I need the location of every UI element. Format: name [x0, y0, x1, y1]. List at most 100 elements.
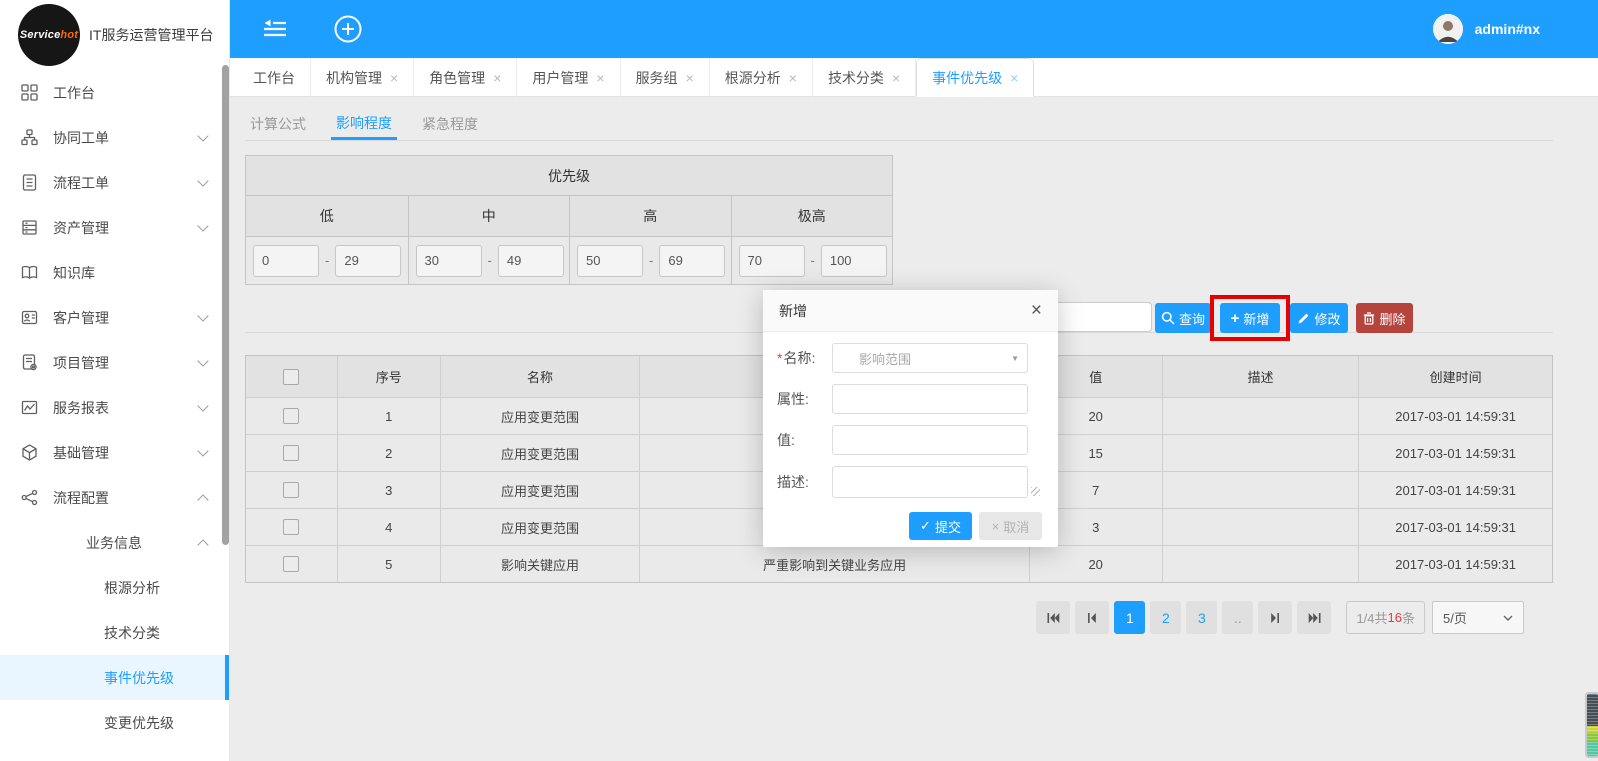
- chevron-down-icon: [197, 174, 209, 187]
- tab-close-icon[interactable]: ×: [686, 70, 694, 86]
- attr-input[interactable]: [832, 384, 1028, 414]
- sidebar-item-label: 业务信息: [86, 534, 142, 551]
- tab-service-group[interactable]: 服务组 ×: [621, 58, 710, 97]
- sidebar-item-assets[interactable]: 资产管理: [0, 205, 229, 250]
- tab-label: 机构管理: [326, 69, 382, 86]
- select-all-checkbox[interactable]: [283, 368, 300, 385]
- subtab-impact[interactable]: 影响程度: [331, 108, 397, 140]
- page-button-2[interactable]: 2: [1150, 601, 1182, 634]
- chevron-down-icon: [197, 129, 209, 142]
- submit-label: 提交: [934, 519, 961, 535]
- tab-close-icon[interactable]: ×: [493, 70, 501, 86]
- sidebar-item-service-reports[interactable]: 服务报表: [0, 385, 229, 430]
- priority-low-max-input[interactable]: [335, 244, 402, 277]
- tab-role-management[interactable]: 角色管理 ×: [414, 58, 518, 97]
- sidebar-item-label: 流程配置: [53, 489, 109, 506]
- subtab-formula[interactable]: 计算公式: [245, 108, 311, 140]
- sidebar-item-process-config[interactable]: 流程配置: [0, 475, 229, 520]
- customer-card-icon: [20, 309, 38, 327]
- query-button[interactable]: 查询: [1155, 303, 1211, 333]
- tab-incident-priority[interactable]: 事件优先级 ×: [916, 58, 1035, 97]
- page-button-more[interactable]: ..: [1222, 601, 1254, 634]
- tab-tech-category[interactable]: 技术分类 ×: [813, 58, 917, 97]
- logo-text-hot: hot: [60, 29, 79, 41]
- tab-close-icon[interactable]: ×: [596, 70, 604, 86]
- tab-close-icon[interactable]: ×: [390, 70, 398, 86]
- desc-textarea[interactable]: [832, 466, 1028, 498]
- priority-critical-max-input[interactable]: [820, 244, 887, 277]
- priority-high-min-input[interactable]: [577, 244, 643, 277]
- cancel-button[interactable]: × 取消: [979, 512, 1042, 540]
- grid-icon: [20, 84, 38, 102]
- subtab-urgency[interactable]: 紧急程度: [417, 108, 483, 140]
- priority-col-medium: 中 -: [407, 196, 569, 284]
- tab-close-icon[interactable]: ×: [892, 70, 900, 86]
- sidebar-item-root-cause[interactable]: 根源分析: [0, 565, 229, 610]
- cell-seq: 4: [338, 509, 441, 545]
- logo-text-service: Service: [19, 29, 61, 41]
- topbar-user: admin#nx: [1432, 0, 1540, 58]
- submit-button[interactable]: ✓ 提交: [909, 512, 972, 540]
- sidebar-item-label: 项目管理: [53, 354, 109, 371]
- add-button[interactable]: + 新增: [1220, 303, 1280, 333]
- last-page-button[interactable]: [1297, 601, 1332, 634]
- page-button-3[interactable]: 3: [1186, 601, 1218, 634]
- first-page-button[interactable]: [1036, 601, 1071, 634]
- sidebar-item-customers[interactable]: 客户管理: [0, 295, 229, 340]
- sidebar-item-base-management[interactable]: 基础管理: [0, 430, 229, 475]
- tab-org-management[interactable]: 机构管理 ×: [311, 58, 415, 97]
- tab-root-cause[interactable]: 根源分析 ×: [710, 58, 813, 97]
- chevron-down-icon: [197, 399, 209, 412]
- tab-strip: 工作台 机构管理 × 角色管理 × 用户管理 × 服务组 × 根源分析 × 技术分类 × 事…: [230, 58, 1598, 97]
- delete-button[interactable]: 删除: [1356, 303, 1413, 333]
- close-icon[interactable]: ×: [1031, 301, 1042, 320]
- priority-medium-max-input[interactable]: [497, 244, 564, 277]
- topbar: admin#nx: [230, 0, 1598, 58]
- edit-button[interactable]: 修改: [1290, 303, 1348, 333]
- priority-level-label: 中: [408, 196, 569, 237]
- search-icon: [1161, 311, 1175, 325]
- page-size-select[interactable]: 5/页: [1432, 601, 1524, 634]
- value-field-label: 值:: [777, 432, 795, 448]
- value-input[interactable]: [832, 425, 1028, 455]
- priority-critical-min-input[interactable]: [738, 244, 805, 277]
- avatar[interactable]: [1432, 14, 1463, 44]
- row-checkbox[interactable]: [283, 556, 300, 572]
- priority-low-min-input[interactable]: [253, 244, 319, 277]
- row-checkbox[interactable]: [283, 482, 300, 498]
- sidebar-item-collab-orders[interactable]: 协同工单: [0, 115, 229, 160]
- header-name: 名称: [441, 356, 641, 397]
- chevron-up-icon: [197, 538, 209, 551]
- sidebar-item-label: 知识库: [53, 264, 95, 281]
- tab-workbench[interactable]: 工作台: [238, 58, 311, 97]
- sidebar-item-tech-category[interactable]: 技术分类: [0, 610, 229, 655]
- priority-medium-min-input[interactable]: [415, 244, 482, 277]
- sidebar-item-label: 事件优先级: [104, 669, 174, 686]
- sidebar-item-change-priority[interactable]: 变更优先级: [0, 700, 229, 745]
- add-circle-icon[interactable]: [333, 14, 363, 44]
- project-doc-icon: [20, 354, 38, 372]
- row-checkbox[interactable]: [283, 519, 300, 535]
- tab-label: 服务组: [635, 69, 678, 86]
- row-checkbox[interactable]: [283, 408, 300, 424]
- sidebar-item-projects[interactable]: 项目管理: [0, 340, 229, 385]
- table-row[interactable]: 5 影响关键应用 严重影响到关键业务应用 20 2017-03-01 14:59…: [246, 545, 1552, 582]
- username[interactable]: admin#nx: [1475, 21, 1540, 37]
- sidebar-item-incident-priority[interactable]: 事件优先级: [0, 655, 229, 700]
- sidebar-item-workbench[interactable]: 工作台: [0, 70, 229, 115]
- row-checkbox[interactable]: [283, 445, 300, 461]
- prev-page-button[interactable]: [1075, 601, 1110, 634]
- sidebar-scrollbar-thumb[interactable]: [222, 65, 229, 545]
- sidebar-item-process-orders[interactable]: 流程工单: [0, 160, 229, 205]
- sidebar-item-knowledge-base[interactable]: 知识库: [0, 250, 229, 295]
- tab-close-icon[interactable]: ×: [789, 70, 797, 86]
- next-page-button[interactable]: [1258, 601, 1293, 634]
- tab-user-management[interactable]: 用户管理 ×: [517, 58, 621, 97]
- name-select[interactable]: 影响范围 ▼: [832, 343, 1028, 373]
- page-button-1[interactable]: 1: [1114, 601, 1146, 634]
- tab-close-icon[interactable]: ×: [1010, 70, 1018, 86]
- priority-high-max-input[interactable]: [659, 244, 726, 277]
- collapse-sidebar-icon[interactable]: [262, 19, 288, 39]
- sidebar-item-label: 工作台: [53, 84, 95, 101]
- sidebar-item-business-info[interactable]: 业务信息: [0, 520, 229, 565]
